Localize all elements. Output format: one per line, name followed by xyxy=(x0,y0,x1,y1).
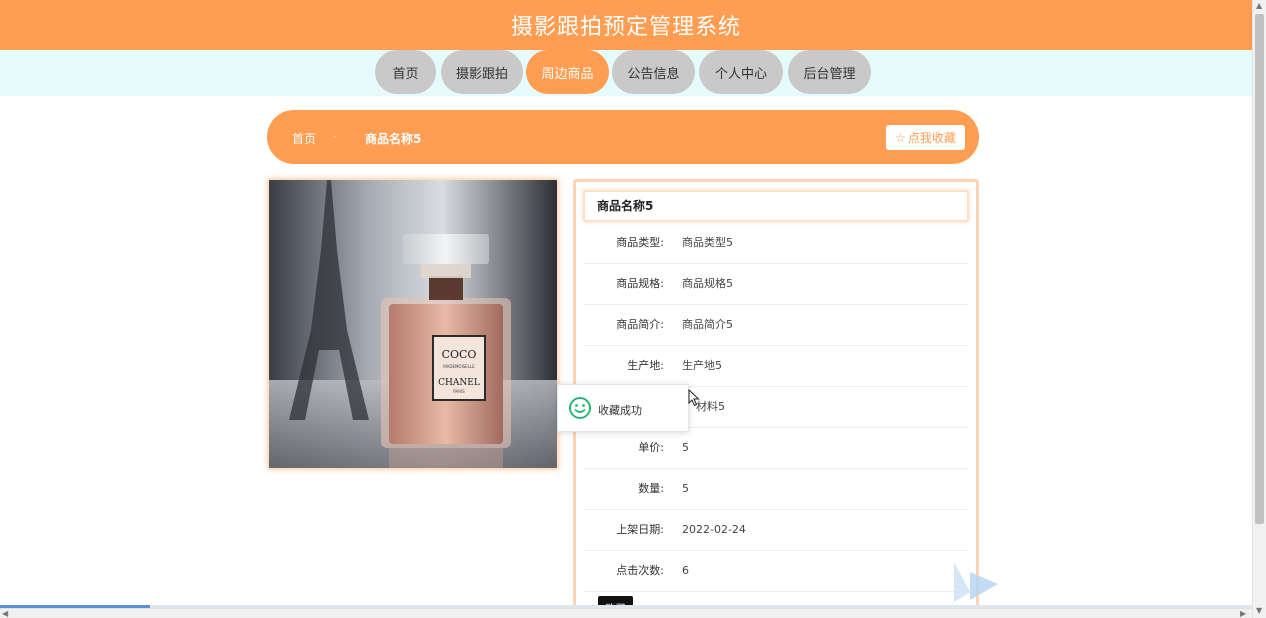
detail-label: 商品类型: xyxy=(616,236,664,249)
detail-value: 5 xyxy=(682,441,689,454)
detail-label: 生产地: xyxy=(627,359,664,372)
breadcrumb: 首页 · 商品名称5 ☆ 点我收藏 xyxy=(267,110,979,164)
main-nav: 首页 摄影跟拍 周边商品 公告信息 个人中心 后台管理 xyxy=(0,50,1252,96)
nav-item-products[interactable]: 周边商品 xyxy=(526,50,609,94)
detail-label: 数量: xyxy=(638,482,664,495)
mouse-cursor-icon xyxy=(688,389,700,407)
detail-label: 商品简介: xyxy=(616,318,664,331)
scroll-up-icon[interactable]: ▲ xyxy=(1256,1,1262,10)
toast-notification: 收藏成功 xyxy=(557,384,689,432)
detail-value: 6 xyxy=(682,564,689,577)
toast-message: 收藏成功 xyxy=(598,404,642,417)
breadcrumb-separator: · xyxy=(333,130,337,144)
vertical-scrollbar[interactable]: ▲ ▼ xyxy=(1252,0,1266,618)
detail-row-spec: 商品规格: 商品规格5 xyxy=(584,264,968,305)
detail-row-type: 商品类型: 商品类型5 xyxy=(584,223,968,264)
nav-item-home[interactable]: 首页 xyxy=(375,50,436,94)
perfume-bottle-image: COCO MADEMOISELLE CHANEL PARIS xyxy=(269,180,557,468)
detail-value: 2022-02-24 xyxy=(682,523,746,536)
favorite-button-label: 点我收藏 xyxy=(907,131,956,145)
scroll-left-icon[interactable]: ◀ xyxy=(2,609,8,618)
nav-item-photography[interactable]: 摄影跟拍 xyxy=(441,50,523,94)
horizontal-scrollbar[interactable]: ◀ ▶ xyxy=(0,608,1252,618)
label-brand-sub: MADEMOISELLE xyxy=(443,364,475,369)
detail-row-date: 上架日期: 2022-02-24 xyxy=(584,510,968,551)
product-image: COCO MADEMOISELLE CHANEL PARIS xyxy=(267,178,559,470)
detail-value: 商品简介5 xyxy=(682,318,733,331)
detail-label: 点击次数: xyxy=(616,564,664,577)
nav-item-admin[interactable]: 后台管理 xyxy=(788,50,871,94)
vertical-scroll-thumb[interactable] xyxy=(1255,14,1264,524)
detail-value: 5 xyxy=(682,482,689,495)
detail-row-clicks: 点击次数: 6 xyxy=(584,551,968,592)
nav-item-notices[interactable]: 公告信息 xyxy=(612,50,695,94)
detail-label: 商品规格: xyxy=(616,277,664,290)
star-outline-icon: ☆ xyxy=(895,130,906,145)
scroll-down-icon[interactable]: ▼ xyxy=(1256,606,1262,615)
product-title: 商品名称5 xyxy=(583,190,969,222)
site-title: 摄影跟拍预定管理系统 xyxy=(510,15,741,40)
detail-value: 商品规格5 xyxy=(682,277,733,290)
label-brand-main: COCO xyxy=(442,348,477,361)
label-brand-city: PARIS xyxy=(453,389,465,394)
scroll-right-icon[interactable]: ▶ xyxy=(1240,609,1246,618)
detail-value: 材料5 xyxy=(696,400,725,413)
nav-item-profile[interactable]: 个人中心 xyxy=(699,50,783,94)
breadcrumb-home-link[interactable]: 首页 xyxy=(292,130,316,147)
detail-row-price: 单价: 5 xyxy=(584,428,968,469)
detail-value: 生产地5 xyxy=(682,359,722,372)
detail-row-intro: 商品简介: 商品简介5 xyxy=(584,305,968,346)
site-header: 摄影跟拍预定管理系统 xyxy=(0,0,1252,50)
detail-row-origin: 生产地: 生产地5 xyxy=(584,346,968,387)
label-brand-name: CHANEL xyxy=(438,378,480,388)
favorite-button[interactable]: ☆ 点我收藏 xyxy=(886,125,965,150)
smile-icon xyxy=(569,397,591,419)
detail-label: 上架日期: xyxy=(616,523,664,536)
detail-label: 单价: xyxy=(638,441,664,454)
corner-logo-icon xyxy=(954,562,998,602)
detail-value: 商品类型5 xyxy=(682,236,733,249)
breadcrumb-current: 商品名称5 xyxy=(365,132,422,146)
detail-row-quantity: 数量: 5 xyxy=(584,469,968,510)
